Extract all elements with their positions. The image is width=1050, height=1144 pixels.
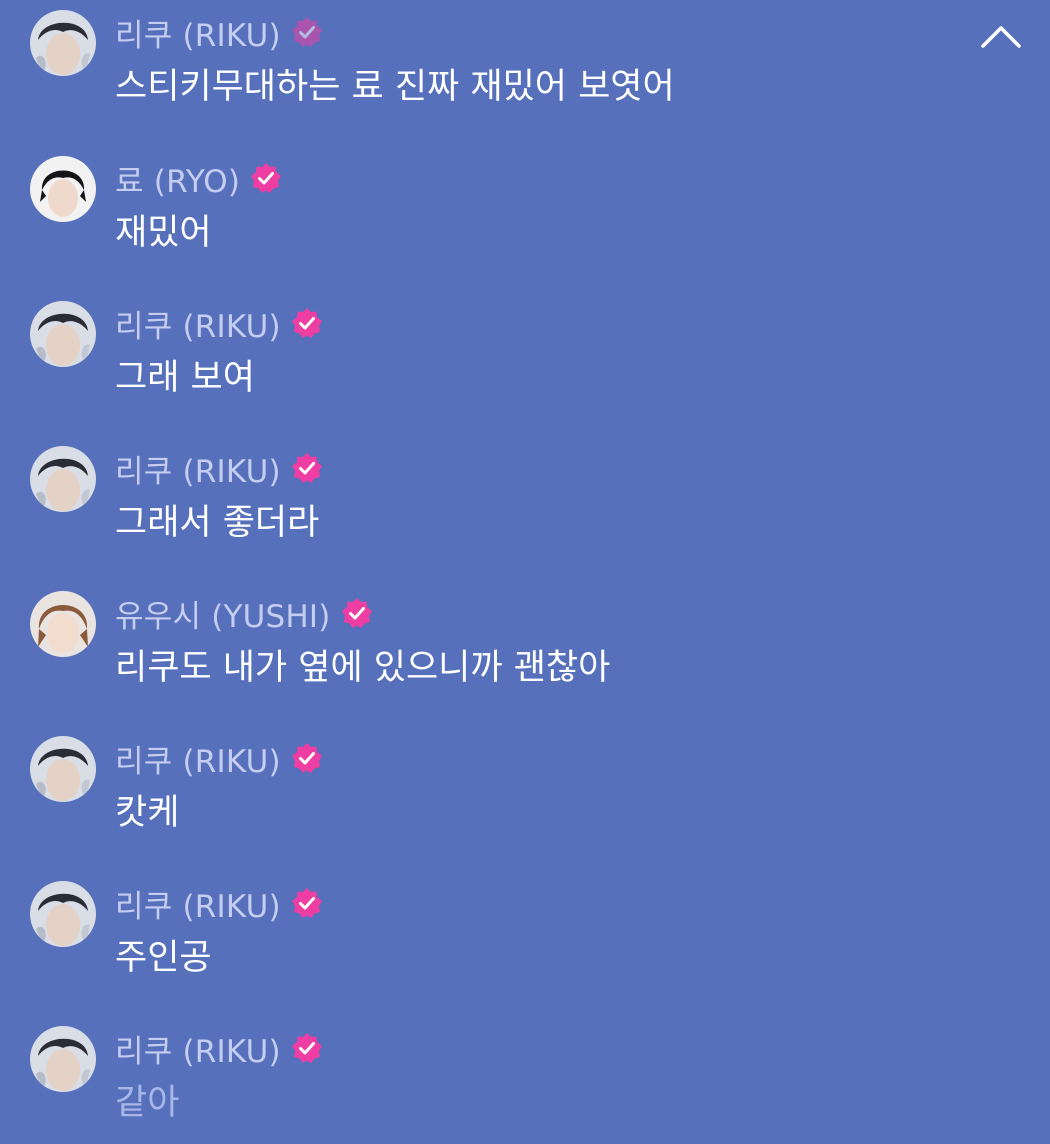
verified-badge-icon	[291, 887, 323, 919]
verified-badge-icon	[291, 16, 323, 48]
avatar[interactable]	[30, 10, 96, 76]
message-header: 리쿠 (RIKU)	[115, 881, 323, 926]
chat-message: 리쿠 (RIKU) 스티키무대하는 료 진짜 재밌어 보엿어	[0, 0, 1050, 118]
message-header: 리쿠 (RIKU)	[115, 1026, 323, 1071]
chat-message: 리쿠 (RIKU) 그래서 좋더라	[0, 434, 1050, 554]
message-text: 같아	[115, 1083, 180, 1123]
author-name[interactable]: 리쿠 (RIKU)	[115, 736, 281, 781]
avatar[interactable]	[30, 1026, 96, 1092]
author-name[interactable]: 리쿠 (RIKU)	[115, 446, 281, 491]
chat-message: 리쿠 (RIKU) 주인공	[0, 869, 1050, 989]
chat-message: 리쿠 (RIKU) 같아	[0, 1014, 1050, 1134]
verified-badge-icon	[291, 307, 323, 339]
message-text: 캇케	[115, 793, 180, 833]
avatar[interactable]	[30, 591, 96, 657]
message-text: 재밌어	[115, 213, 212, 253]
verified-badge-icon	[291, 1032, 323, 1064]
verified-badge-icon	[291, 742, 323, 774]
author-name[interactable]: 유우시 (YUSHI)	[115, 591, 331, 636]
message-header: 료 (RYO)	[115, 156, 282, 201]
verified-badge-icon	[291, 452, 323, 484]
author-name[interactable]: 리쿠 (RIKU)	[115, 881, 281, 926]
chat-message: 료 (RYO) 재밌어	[0, 144, 1050, 264]
chat-feed[interactable]: 리쿠 (RIKU) 스티키무대하는 료 진짜 재밌어 보엿어 료 (RYO) 재…	[0, 0, 1050, 1144]
message-header: 리쿠 (RIKU)	[115, 446, 323, 491]
chat-message: 리쿠 (RIKU) 그래 보여	[0, 289, 1050, 409]
message-text: 스티키무대하는 료 진짜 재밌어 보엿어	[115, 67, 675, 107]
avatar[interactable]	[30, 736, 96, 802]
author-name[interactable]: 리쿠 (RIKU)	[115, 301, 281, 346]
message-text: 그래서 좋더라	[115, 503, 320, 543]
chat-message: 리쿠 (RIKU) 캇케	[0, 724, 1050, 844]
avatar[interactable]	[30, 881, 96, 947]
avatar[interactable]	[30, 446, 96, 512]
author-name[interactable]: 리쿠 (RIKU)	[115, 1026, 281, 1071]
message-header: 리쿠 (RIKU)	[115, 301, 323, 346]
verified-badge-icon	[250, 162, 282, 194]
chat-message: 유우시 (YUSHI) 리쿠도 내가 옆에 있으니까 괜찮아	[0, 579, 1050, 699]
avatar[interactable]	[30, 156, 96, 222]
message-header: 리쿠 (RIKU)	[115, 10, 323, 55]
message-header: 유우시 (YUSHI)	[115, 591, 373, 636]
avatar[interactable]	[30, 301, 96, 367]
message-header: 리쿠 (RIKU)	[115, 736, 323, 781]
author-name[interactable]: 료 (RYO)	[115, 156, 240, 201]
message-text: 그래 보여	[115, 358, 255, 398]
message-text: 리쿠도 내가 옆에 있으니까 괜찮아	[115, 648, 611, 688]
verified-badge-icon	[341, 597, 373, 629]
message-text: 주인공	[115, 938, 212, 978]
author-name[interactable]: 리쿠 (RIKU)	[115, 10, 281, 55]
